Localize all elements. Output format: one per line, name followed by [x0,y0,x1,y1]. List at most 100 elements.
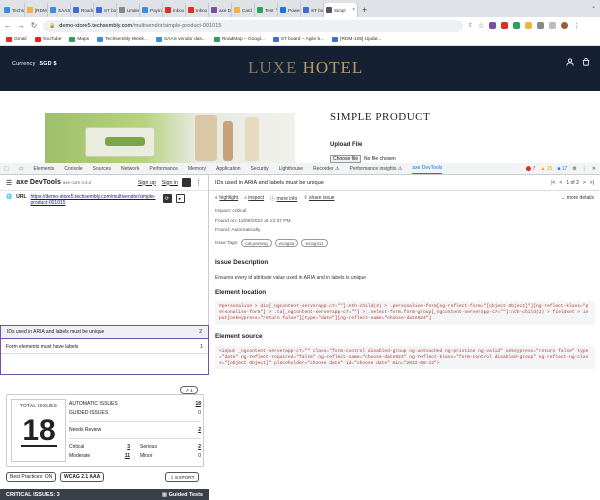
serious-row[interactable]: Serious 2 [140,442,201,451]
browser-tab[interactable]: ST bo× [301,3,324,17]
save-icon[interactable] [182,178,191,187]
browser-tab[interactable]: Inbox× [163,3,186,17]
star-icon[interactable]: ☆ [478,22,484,30]
browser-tab[interactable]: Paym× [140,3,163,17]
more-info-action[interactable]: ⓘ more info [270,195,297,202]
browser-tab[interactable]: Power× [278,3,301,17]
highlight-action[interactable]: ◐ highlight [215,195,238,201]
error-count-badge[interactable]: ⬤ 7 [526,166,536,172]
new-tab-button[interactable]: + [358,3,371,17]
bookmark-item[interactable]: ST board – Agile b... [272,37,324,42]
warning-count-badge[interactable]: ▲ 15 [540,166,552,172]
issue-row[interactable]: IDs used in ARIA and labels must be uniq… [0,325,209,339]
browser-tab[interactable]: Techs× [2,3,25,17]
bookmark-item[interactable]: YouTube [34,37,61,42]
browser-tab[interactable]: axe D× [209,3,232,17]
issue-row[interactable]: Form elements must have labels 1 [0,340,209,354]
browser-tab[interactable]: Roadm× [71,3,94,17]
devtools-tab[interactable]: Network [121,166,139,172]
profile-avatar[interactable] [561,22,569,29]
menu-icon[interactable]: ☰ [6,179,12,187]
choose-file-button[interactable]: Choose file [330,155,362,163]
more-menu-icon[interactable]: ⋮ [573,22,580,30]
scanned-url-link[interactable]: https://demo-store5.techsembly.com/multi… [31,194,159,206]
bookmark-item[interactable]: Gmail [6,37,27,42]
store-logo[interactable]: LUXE HOTEL [248,58,363,78]
reload-icon[interactable]: ↻ [30,21,38,30]
devtools-tab[interactable]: Recorder ⚠ [313,166,339,172]
new-scan-icon[interactable]: ▸ [175,194,185,203]
devtools-tab[interactable]: axe DevTools [412,163,443,174]
rescan-icon[interactable]: ⟳ [162,194,172,203]
needs-review-row[interactable]: Needs Review 2 [69,425,201,434]
runs-badge[interactable]: ↗ 1 [180,386,198,394]
bookmark-label: RoadMap – Googl... [221,37,265,42]
share-issue-action[interactable]: ⇪ share issue [303,195,334,201]
bookmark-item[interactable]: RoadMap – Googl... [213,37,265,42]
inspect-action[interactable]: ⌕ inspect [244,195,264,201]
settings-gear-icon[interactable]: ⚙ [572,166,576,172]
devtools-menu-icon[interactable]: ⋮ [582,166,587,172]
first-page-icon[interactable]: |< [551,180,555,186]
signin-link[interactable]: Sign in [162,180,178,186]
back-icon[interactable]: ← [4,21,12,30]
sidebar-icon[interactable] [549,22,557,29]
info-count-badge[interactable]: ■ 17 [557,166,567,172]
forward-icon[interactable]: → [17,21,25,30]
wcag-level-button[interactable]: WCAG 2.1 AAA [60,472,105,482]
best-practices-toggle[interactable]: Best Practices: ON [6,472,57,482]
devtools-tab[interactable]: Elements [33,166,54,172]
bookmark-item[interactable]: Maps [69,37,89,42]
devtools-tab[interactable]: Console [64,166,82,172]
devtools-tab[interactable]: Memory [188,166,206,172]
extension-icon[interactable] [489,22,497,29]
tab-search-icon[interactable]: ⌄ [591,3,596,10]
user-icon[interactable] [566,58,574,68]
close-devtools-icon[interactable]: ✕ [592,166,596,172]
browser-tab[interactable]: Inbox× [186,3,209,17]
share-icon[interactable]: ⇪ [468,22,473,29]
devtools-tab[interactable]: Sources [93,166,111,172]
browser-tab[interactable]: Test× [255,3,278,17]
devtools-tab[interactable]: Performance [149,166,178,172]
extension-icon[interactable] [501,22,509,29]
browser-tab[interactable]: Simpl × [324,3,358,17]
device-toolbar-icon[interactable]: ▭ [19,166,24,172]
browser-tab[interactable]: [RDM-× [25,3,48,17]
tab-favicon-icon [165,7,171,13]
moderate-row[interactable]: Moderate 11 [69,451,130,460]
browser-tab[interactable]: SAAS× [48,3,71,17]
extensions-puzzle-icon[interactable] [537,22,545,29]
next-page-icon[interactable]: > [583,180,586,186]
cart-icon[interactable] [582,58,590,68]
currency-selector[interactable]: Currency SGD $ [12,61,57,67]
currency-value: SGD $ [39,61,57,67]
more-details-toggle[interactable]: ⌄ more details [561,195,594,201]
signup-link[interactable]: Sign up [138,180,156,186]
url-field[interactable]: 🔒 demo-store5.techsembly.com/multivendor… [43,19,463,32]
file-input[interactable]: Choose file No file chosen [330,155,396,163]
browser-tab[interactable]: Card× [232,3,255,17]
kebab-icon[interactable]: ⋮ [195,179,202,187]
tab-label: axe D [219,7,232,13]
extension-icon[interactable] [525,22,533,29]
bookmark-item[interactable]: SAAS vendor das... [155,37,206,42]
browser-tab[interactable]: ST bo× [94,3,117,17]
browser-tab[interactable]: Under× [117,3,140,17]
devtools-tab[interactable]: Performance insights ⚠ [349,166,402,172]
close-tab-icon[interactable]: × [352,7,355,13]
extension-icon[interactable] [513,22,521,29]
critical-row[interactable]: Critical 3 [69,442,130,451]
bookmark-item[interactable]: Techsembly Week... [97,37,148,42]
devtools-tab[interactable]: Security [251,166,269,172]
inspect-element-icon[interactable]: ⬚ [4,166,9,172]
prev-page-icon[interactable]: < [559,180,562,186]
guided-tests-label[interactable]: Guided Tests [169,492,203,498]
devtools-tab[interactable]: Lighthouse [279,166,303,172]
last-page-icon[interactable]: >| [590,180,594,186]
export-button[interactable]: ⇩ EXPORT [165,472,200,482]
warning-count: 15 [546,165,553,172]
devtools-tab[interactable]: Application [216,166,240,172]
bookmark-item[interactable]: [RDM-105] Updat... [332,37,382,42]
automatic-issues-row[interactable]: AUTOMATIC ISSUES 18 [69,399,201,408]
